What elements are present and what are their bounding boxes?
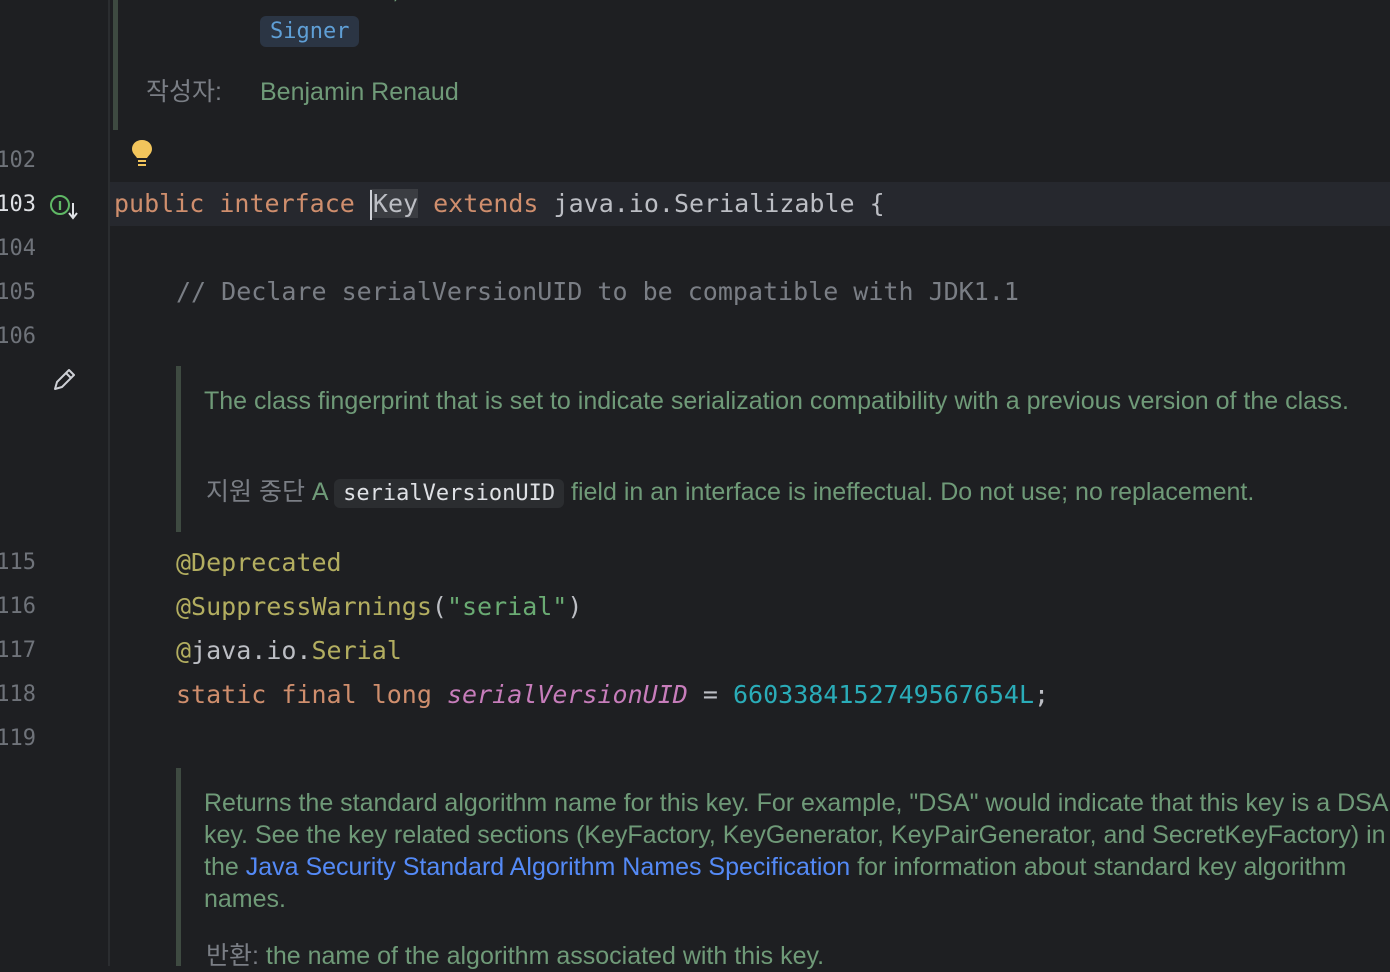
line-number[interactable]: 119 (0, 717, 36, 761)
doc-returns: 반환: the name of the algorithm associated… (206, 942, 825, 970)
edit-pencil-icon[interactable] (50, 366, 78, 398)
doc-description: The class fingerprint that is set to ind… (204, 387, 1349, 415)
doc-border (113, 0, 118, 130)
signer-link[interactable]: Signer (260, 16, 360, 47)
code-line-103[interactable]: public interface Key extends java.io.Ser… (114, 182, 885, 226)
deprecated-note: 지원 중단 A serialVersionUID field in an int… (206, 478, 1255, 508)
see-reference: Signer (260, 14, 360, 48)
number-literal: 6603384152749567654L (733, 680, 1035, 709)
keyword: public (114, 189, 205, 218)
line-number[interactable]: 116 (0, 585, 36, 629)
keyword: interface (219, 189, 355, 218)
author-label: 작성자: (146, 78, 222, 106)
svg-text:I: I (58, 199, 62, 213)
line-number[interactable]: 102 (0, 139, 36, 183)
line-number[interactable]: 105 (0, 271, 36, 315)
code-comment[interactable]: // Declare serialVersionUID to be compat… (176, 270, 1019, 314)
keyword: extends (433, 189, 539, 218)
brace: { (869, 189, 885, 218)
line-number[interactable]: 104 (0, 227, 36, 271)
line-number-current[interactable]: 103 (0, 183, 36, 227)
bulb-icon[interactable] (130, 138, 154, 174)
doc-algorithm-description: Returns the standard algorithm name for … (204, 789, 1388, 913)
super-type[interactable]: java.io.Serializable (554, 189, 855, 218)
field-name: serialVersionUID (446, 680, 688, 709)
line-number[interactable]: 118 (0, 673, 36, 717)
deprecated-label: 지원 중단 (206, 478, 305, 506)
doc-border (176, 366, 181, 532)
code-annotation[interactable]: @Deprecated (176, 541, 342, 585)
author-value: Benjamin Renaud (260, 78, 459, 106)
spec-link[interactable]: Java Security Standard Algorithm Names S… (246, 853, 850, 881)
implemented-interface-icon[interactable]: I (50, 193, 82, 225)
line-number[interactable]: 106 (0, 315, 36, 359)
line-number[interactable]: 115 (0, 541, 36, 585)
class-name[interactable]: Key (369, 189, 419, 220)
gutter-separator (108, 0, 110, 966)
code-line-116[interactable]: @SuppressWarnings("serial") (176, 585, 582, 629)
code-chip: serialVersionUID (334, 479, 565, 508)
line-number[interactable]: 117 (0, 629, 36, 673)
text-caret (369, 190, 372, 220)
code-line-117[interactable]: @java.io.Serial (176, 629, 402, 673)
code-line-118[interactable]: static final long serialVersionUID = 660… (176, 673, 1049, 717)
doc-border (176, 768, 181, 966)
